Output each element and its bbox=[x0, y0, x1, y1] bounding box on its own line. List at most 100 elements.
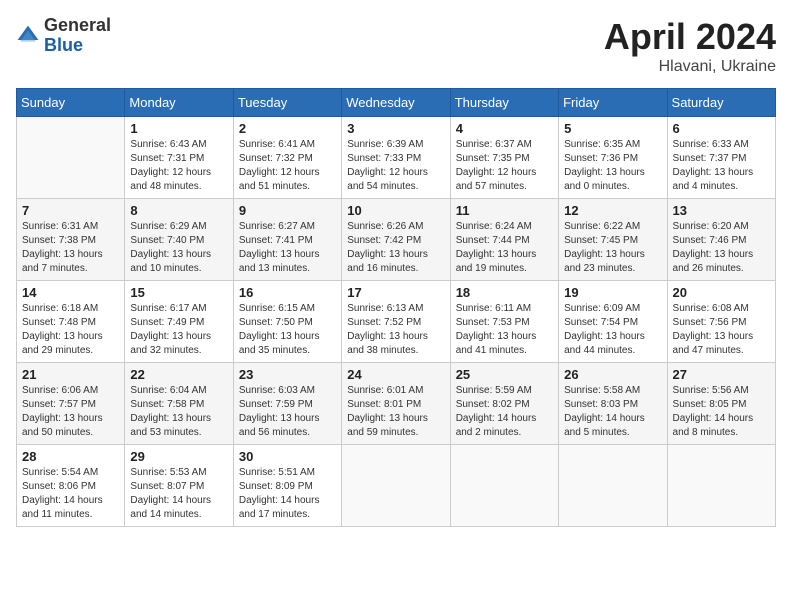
day-info: Sunrise: 6:33 AMSunset: 7:37 PMDaylight:… bbox=[673, 138, 770, 194]
daylight-text: Daylight: 12 hours and 57 minutes. bbox=[456, 167, 537, 192]
calendar-cell bbox=[17, 117, 125, 199]
day-info: Sunrise: 6:15 AMSunset: 7:50 PMDaylight:… bbox=[239, 302, 336, 358]
daylight-text: Daylight: 13 hours and 56 minutes. bbox=[239, 413, 320, 438]
daylight-text: Daylight: 13 hours and 13 minutes. bbox=[239, 249, 320, 274]
sunset-text: Sunset: 7:58 PM bbox=[130, 399, 204, 410]
sunset-text: Sunset: 7:50 PM bbox=[239, 317, 313, 328]
calendar-cell: 4 Sunrise: 6:37 AMSunset: 7:35 PMDaylight… bbox=[450, 117, 558, 199]
header-tuesday: Tuesday bbox=[233, 89, 341, 117]
sunrise-text: Sunrise: 5:51 AM bbox=[239, 467, 315, 478]
sunset-text: Sunset: 8:09 PM bbox=[239, 481, 313, 492]
sunset-text: Sunset: 7:44 PM bbox=[456, 235, 530, 246]
calendar-cell bbox=[667, 445, 775, 527]
calendar-cell: 26Sunrise: 5:58 AMSunset: 8:03 PMDayligh… bbox=[559, 363, 667, 445]
calendar-cell: 8 Sunrise: 6:29 AMSunset: 7:40 PMDaylight… bbox=[125, 199, 233, 281]
sunrise-text: Sunrise: 6:09 AM bbox=[564, 303, 640, 314]
calendar-cell: 13 Sunrise: 6:20 AM Sunset: 7:46 PM Dayligh… bbox=[667, 199, 775, 281]
daylight-text: Daylight: 13 hours and 10 minutes. bbox=[130, 249, 211, 274]
logo-text: General Blue bbox=[44, 16, 111, 56]
calendar-cell: 27Sunrise: 5:56 AMSunset: 8:05 PMDayligh… bbox=[667, 363, 775, 445]
sunset-text: Sunset: 7:59 PM bbox=[239, 399, 313, 410]
day-info: Sunrise: 6:31 AMSunset: 7:38 PMDaylight:… bbox=[22, 220, 119, 276]
day-number: 8 bbox=[130, 203, 227, 218]
day-number: 21 bbox=[22, 367, 119, 382]
sunrise-text: Sunrise: 6:31 AM bbox=[22, 221, 98, 232]
daylight-text: Daylight: 14 hours and 8 minutes. bbox=[673, 413, 754, 438]
calendar-cell: 18Sunrise: 6:11 AMSunset: 7:53 PMDayligh… bbox=[450, 281, 558, 363]
day-info: Sunrise: 6:17 AMSunset: 7:49 PMDaylight:… bbox=[130, 302, 227, 358]
sunset-text: Sunset: 7:52 PM bbox=[347, 317, 421, 328]
sunrise-text: Sunrise: 6:27 AM bbox=[239, 221, 315, 232]
sunset-text: Sunset: 7:38 PM bbox=[22, 235, 96, 246]
header-sunday: Sunday bbox=[17, 89, 125, 117]
day-number: 10 bbox=[347, 203, 444, 218]
day-info: Sunrise: 6:26 AMSunset: 7:42 PMDaylight:… bbox=[347, 220, 444, 276]
calendar-cell: 2Sunrise: 6:41 AMSunset: 7:32 PMDaylight… bbox=[233, 117, 341, 199]
sunrise-text: Sunrise: 5:59 AM bbox=[456, 385, 532, 396]
day-number: 13 bbox=[673, 203, 770, 218]
day-number: 20 bbox=[673, 285, 770, 300]
calendar-cell: 20Sunrise: 6:08 AMSunset: 7:56 PMDayligh… bbox=[667, 281, 775, 363]
sunset-text: Sunset: 7:56 PM bbox=[673, 317, 747, 328]
day-info: Sunrise: 5:58 AMSunset: 8:03 PMDaylight:… bbox=[564, 384, 661, 440]
day-info: Sunrise: 6:13 AMSunset: 7:52 PMDaylight:… bbox=[347, 302, 444, 358]
calendar-cell bbox=[559, 445, 667, 527]
sunset-text: Sunset: 8:07 PM bbox=[130, 481, 204, 492]
day-info: Sunrise: 6:01 AMSunset: 8:01 PMDaylight:… bbox=[347, 384, 444, 440]
sunrise-text: Sunrise: 6:22 AM bbox=[564, 221, 640, 232]
day-number: 7 bbox=[22, 203, 119, 218]
day-info: Sunrise: 5:56 AMSunset: 8:05 PMDaylight:… bbox=[673, 384, 770, 440]
sunrise-text: Sunrise: 6:03 AM bbox=[239, 385, 315, 396]
calendar-cell: 28Sunrise: 5:54 AMSunset: 8:06 PMDayligh… bbox=[17, 445, 125, 527]
sunset-text: Sunset: 7:31 PM bbox=[130, 153, 204, 164]
day-info: Sunrise: 6:29 AMSunset: 7:40 PMDaylight:… bbox=[130, 220, 227, 276]
day-info: Sunrise: 6:37 AMSunset: 7:35 PMDaylight:… bbox=[456, 138, 553, 194]
day-info: Sunrise: 6:27 AMSunset: 7:41 PMDaylight:… bbox=[239, 220, 336, 276]
sunrise-text: Sunrise: 6:33 AM bbox=[673, 139, 749, 150]
sunset-text: Sunset: 7:35 PM bbox=[456, 153, 530, 164]
sunrise-text: Sunrise: 6:35 AM bbox=[564, 139, 640, 150]
day-info: Sunrise: 6:03 AM Sunset: 7:59 PM Daylight:… bbox=[239, 384, 336, 440]
header-friday: Friday bbox=[559, 89, 667, 117]
calendar-cell: 9 Sunrise: 6:27 AMSunset: 7:41 PMDaylight… bbox=[233, 199, 341, 281]
day-number: 12 bbox=[564, 203, 661, 218]
sunrise-text: Sunrise: 6:18 AM bbox=[22, 303, 98, 314]
daylight-text: Daylight: 13 hours and 50 minutes. bbox=[22, 413, 103, 438]
week-row-4: 21Sunrise: 6:06 AMSunset: 7:57 PMDayligh… bbox=[17, 363, 776, 445]
daylight-text: Daylight: 13 hours and 26 minutes. bbox=[673, 249, 754, 274]
calendar-cell: 22Sunrise: 6:04 AMSunset: 7:58 PMDayligh… bbox=[125, 363, 233, 445]
day-number: 22 bbox=[130, 367, 227, 382]
day-info: Sunrise: 5:54 AMSunset: 8:06 PMDaylight:… bbox=[22, 466, 119, 522]
calendar-cell: 6Sunrise: 6:33 AMSunset: 7:37 PMDaylight… bbox=[667, 117, 775, 199]
daylight-text: Daylight: 13 hours and 41 minutes. bbox=[456, 331, 537, 356]
sunset-text: Sunset: 8:02 PM bbox=[456, 399, 530, 410]
sunrise-text: Sunrise: 6:20 AM bbox=[673, 221, 749, 232]
day-number: 4 bbox=[456, 121, 553, 136]
sunset-text: Sunset: 7:33 PM bbox=[347, 153, 421, 164]
day-number: 9 bbox=[239, 203, 336, 218]
sunrise-text: Sunrise: 6:43 AM bbox=[130, 139, 206, 150]
calendar-cell: 21Sunrise: 6:06 AMSunset: 7:57 PMDayligh… bbox=[17, 363, 125, 445]
sunset-text: Sunset: 7:46 PM bbox=[673, 235, 747, 246]
sunrise-text: Sunrise: 6:41 AM bbox=[239, 139, 315, 150]
daylight-text: Daylight: 13 hours and 47 minutes. bbox=[673, 331, 754, 356]
sunset-text: Sunset: 7:49 PM bbox=[130, 317, 204, 328]
daylight-text: Daylight: 14 hours and 5 minutes. bbox=[564, 413, 645, 438]
sunset-text: Sunset: 7:37 PM bbox=[673, 153, 747, 164]
day-number: 17 bbox=[347, 285, 444, 300]
sunrise-text: Sunrise: 5:58 AM bbox=[564, 385, 640, 396]
day-number: 11 bbox=[456, 203, 553, 218]
day-info: Sunrise: 6:20 AM Sunset: 7:46 PM Daylight:… bbox=[673, 220, 770, 276]
sunset-text: Sunset: 8:06 PM bbox=[22, 481, 96, 492]
daylight-text: Daylight: 14 hours and 17 minutes. bbox=[239, 495, 320, 520]
calendar-cell: 12Sunrise: 6:22 AMSunset: 7:45 PMDayligh… bbox=[559, 199, 667, 281]
day-number: 18 bbox=[456, 285, 553, 300]
header-wednesday: Wednesday bbox=[342, 89, 450, 117]
header-monday: Monday bbox=[125, 89, 233, 117]
calendar-cell: 30Sunrise: 5:51 AMSunset: 8:09 PMDayligh… bbox=[233, 445, 341, 527]
sunset-text: Sunset: 7:57 PM bbox=[22, 399, 96, 410]
logo: General Blue bbox=[16, 16, 111, 56]
daylight-text: Daylight: 12 hours and 51 minutes. bbox=[239, 167, 320, 192]
daylight-text: Daylight: 13 hours and 19 minutes. bbox=[456, 249, 537, 274]
calendar-table: Sunday Monday Tuesday Wednesday Thursday… bbox=[16, 88, 776, 527]
